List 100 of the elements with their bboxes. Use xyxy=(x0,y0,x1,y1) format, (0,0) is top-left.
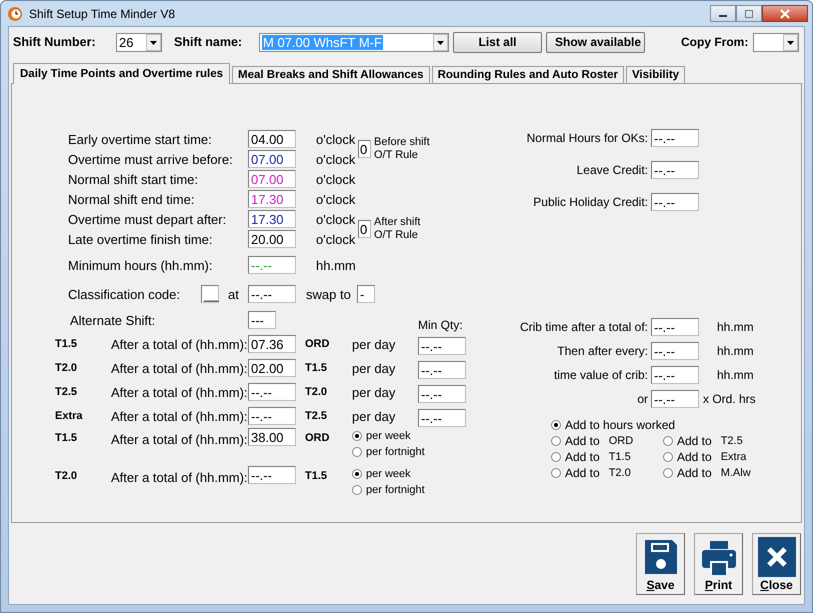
field-label: Crib time after a total of: xyxy=(518,320,649,334)
tab[interactable]: Rounding Rules and Auto Roster xyxy=(432,66,624,83)
period-label: per day xyxy=(352,336,396,352)
shift-name-label: Shift name: xyxy=(174,35,244,49)
unit-label: o'clock xyxy=(315,132,355,146)
field-label: After a total of (hh.mm): xyxy=(111,408,248,424)
time-field[interactable]: 07.00 xyxy=(248,150,296,168)
list-all-button[interactable]: List all xyxy=(453,32,542,52)
rate-label: T2.0 xyxy=(55,362,78,374)
close-icon xyxy=(758,537,796,577)
credit-field[interactable]: --.-- xyxy=(651,129,699,147)
tab[interactable]: Meal Breaks and Shift Allowances xyxy=(232,66,430,83)
alternate-shift-field[interactable]: --- xyxy=(248,310,276,328)
time-field[interactable]: 17.30 xyxy=(248,190,296,208)
period-label: per day xyxy=(352,408,396,424)
min-qty-field[interactable]: --.-- xyxy=(418,409,466,427)
radio-option[interactable]: Add to T2.0 xyxy=(551,465,663,481)
hours-field[interactable]: 38.00 xyxy=(248,428,296,446)
field-label: Public Holiday Credit: xyxy=(532,195,649,209)
credit-field[interactable]: --.-- xyxy=(651,193,699,211)
tab[interactable]: Daily Time Points and Overtime rules xyxy=(13,63,230,84)
unit-label: hh.mm xyxy=(315,258,357,272)
min-qty-field[interactable]: --.-- xyxy=(418,385,466,403)
min-qty-field[interactable]: --.-- xyxy=(418,337,466,355)
time-field[interactable]: 04.00 xyxy=(248,130,296,148)
unit-label: o'clock xyxy=(315,232,355,246)
radio-option[interactable]: per fortnight xyxy=(352,482,466,498)
hours-field[interactable]: 07.36 xyxy=(248,334,296,352)
shift-number-dropdown[interactable]: 26 xyxy=(116,32,162,52)
credit-field[interactable]: --.-- xyxy=(651,161,699,179)
rate-label: ORD xyxy=(305,338,330,350)
rate-label: T2.0 xyxy=(55,469,78,484)
radio-option[interactable]: Add to T1.5 xyxy=(551,449,663,465)
min-qty-field[interactable]: --.-- xyxy=(418,361,466,379)
radio-option[interactable]: per week xyxy=(352,428,466,444)
rate-label: Extra xyxy=(55,410,84,422)
rate-label: T1.5 xyxy=(55,338,78,350)
field-label: Then after every: xyxy=(556,344,649,358)
field-label: Normal shift start time: xyxy=(68,172,200,186)
time-field[interactable]: --.-- xyxy=(248,284,296,302)
field-label: Early overtime start time: xyxy=(68,132,213,146)
copy-from-dropdown[interactable] xyxy=(753,32,799,52)
field-label: After a total of (hh.mm): xyxy=(111,336,248,352)
rule-label: Before shift O/T Rule xyxy=(374,136,431,162)
hours-field[interactable]: 02.00 xyxy=(248,358,296,376)
radio-option[interactable]: Add to hours worked xyxy=(551,417,775,433)
time-field[interactable]: 07.00 xyxy=(248,170,296,188)
field-label: or xyxy=(636,392,649,406)
radio-option[interactable]: Add to M.Alw xyxy=(663,465,775,481)
rate-label: ORD xyxy=(305,431,330,446)
rule-field[interactable]: 0 xyxy=(358,220,371,238)
field-label: After a total of (hh.mm): xyxy=(111,469,248,487)
radio-option[interactable]: per fortnight xyxy=(352,444,466,460)
time-field[interactable]: 20.00 xyxy=(248,230,296,248)
radio-option[interactable]: Add to ORD xyxy=(551,433,663,449)
radio-option[interactable]: Add to Extra xyxy=(663,449,775,465)
unit-label: o'clock xyxy=(315,212,355,226)
field-label: Minimum hours (hh.mm): xyxy=(68,258,214,272)
field-label: Late overtime finish time: xyxy=(68,232,214,246)
unit-label: o'clock xyxy=(315,192,355,206)
time-field[interactable]: 17.30 xyxy=(248,210,296,228)
column-header: Min Qty: xyxy=(418,318,464,332)
field-label: Overtime must depart after: xyxy=(68,212,228,226)
crib-field[interactable]: --.-- xyxy=(651,390,699,408)
field-label: Alternate Shift: xyxy=(69,312,156,328)
field-label: Overtime must arrive before: xyxy=(68,152,234,166)
minimum-hours-field[interactable]: --.-- xyxy=(248,256,296,274)
close-button[interactable] xyxy=(762,5,808,22)
hours-field[interactable]: --.-- xyxy=(248,406,296,424)
period-label: per day xyxy=(352,384,396,400)
maximize-button[interactable] xyxy=(736,5,762,22)
crib-field[interactable]: --.-- xyxy=(651,366,699,384)
period-label: per day xyxy=(352,360,396,376)
save-button[interactable]: Save xyxy=(636,533,685,595)
unit-label: o'clock xyxy=(315,152,355,166)
field-label: swap to xyxy=(306,286,352,302)
radio-option[interactable]: per week xyxy=(352,466,466,482)
crib-field[interactable]: --.-- xyxy=(651,342,699,360)
tab[interactable]: Visibility xyxy=(626,66,686,83)
close-button[interactable]: Close xyxy=(752,533,801,595)
field-label: Normal Hours for OKs: xyxy=(526,131,649,145)
hours-field[interactable]: --.-- xyxy=(248,382,296,400)
unit-label: hh.mm xyxy=(716,344,755,358)
crib-field[interactable]: --.-- xyxy=(651,318,699,336)
rule-label: After shift O/T Rule xyxy=(374,216,422,242)
show-available-button[interactable]: Show available xyxy=(546,32,645,52)
swap-field[interactable]: - xyxy=(357,284,375,302)
minimize-button[interactable] xyxy=(710,5,736,22)
unit-label: x Ord. hrs xyxy=(702,392,757,406)
rule-field[interactable]: 0 xyxy=(358,140,371,158)
field-label: Leave Credit: xyxy=(576,163,649,177)
print-button[interactable]: Print xyxy=(694,533,743,595)
field-label: After a total of (hh.mm): xyxy=(111,360,248,376)
hours-field[interactable]: --.-- xyxy=(248,466,296,484)
radio-option[interactable]: Add to T2.5 xyxy=(663,433,775,449)
rate-label: T1.5 xyxy=(55,431,78,446)
classification-code-field[interactable]: __ xyxy=(201,284,219,302)
rate-label: T2.5 xyxy=(55,386,78,398)
unit-label: hh.mm xyxy=(716,368,755,382)
rate-label: T2.5 xyxy=(305,410,328,422)
